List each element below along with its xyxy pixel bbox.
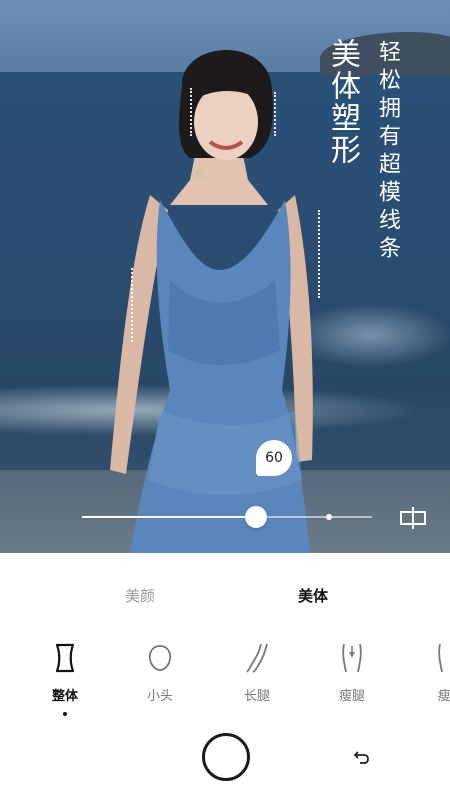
intensity-slider-thumb[interactable] (245, 506, 267, 528)
tool-overall[interactable]: 整体 (25, 638, 105, 716)
tool-long-legs[interactable]: 长腿 (217, 638, 297, 706)
contour-guide (274, 92, 276, 136)
contour-guide (190, 88, 192, 136)
contour-guide (318, 210, 320, 298)
intensity-slider-fill (82, 516, 256, 518)
tool-slim-waist[interactable]: 瘦 (404, 638, 450, 706)
tool-label: 整体 (51, 689, 78, 704)
tool-small-head[interactable]: 小头 (120, 638, 200, 706)
compare-icon (400, 507, 426, 529)
tab-body[interactable]: 美体 (273, 581, 353, 611)
compare-button[interactable] (398, 503, 428, 533)
selected-indicator (63, 712, 67, 716)
save-shutter-button[interactable] (202, 733, 250, 781)
long-leg-icon (246, 643, 268, 673)
body-tools: 整体 小头 长腿 瘦腿 瘦 (0, 638, 450, 728)
head-outline-icon (148, 645, 172, 671)
undo-button[interactable] (350, 745, 374, 769)
promo-headline: 美体塑形 (325, 38, 360, 166)
promo-subline: 轻松拥有超模线条 (375, 40, 400, 264)
tool-slim-legs[interactable]: 瘦腿 (312, 638, 392, 706)
model-figure (110, 50, 313, 553)
tab-beauty[interactable]: 美颜 (100, 581, 180, 611)
tool-label: 瘦 (437, 689, 450, 704)
tool-label: 长腿 (243, 689, 270, 704)
tool-label: 小头 (146, 689, 173, 704)
photo-preview: 美体塑形 轻松拥有超模线条 60 (0, 0, 450, 553)
slider-default-marker (325, 514, 332, 520)
slim-waist-icon (438, 643, 443, 673)
tool-label: 瘦腿 (338, 689, 365, 704)
body-outline-icon (55, 643, 75, 673)
slider-value-bubble: 60 (256, 440, 292, 476)
slim-leg-icon (342, 643, 362, 673)
undo-arrow-icon (354, 751, 369, 764)
edit-panel: 美颜 美体 整体 小头 长腿 瘦腿 瘦 (0, 553, 450, 800)
contour-guide (131, 268, 133, 342)
category-tabs: 美颜 美体 (0, 581, 450, 611)
